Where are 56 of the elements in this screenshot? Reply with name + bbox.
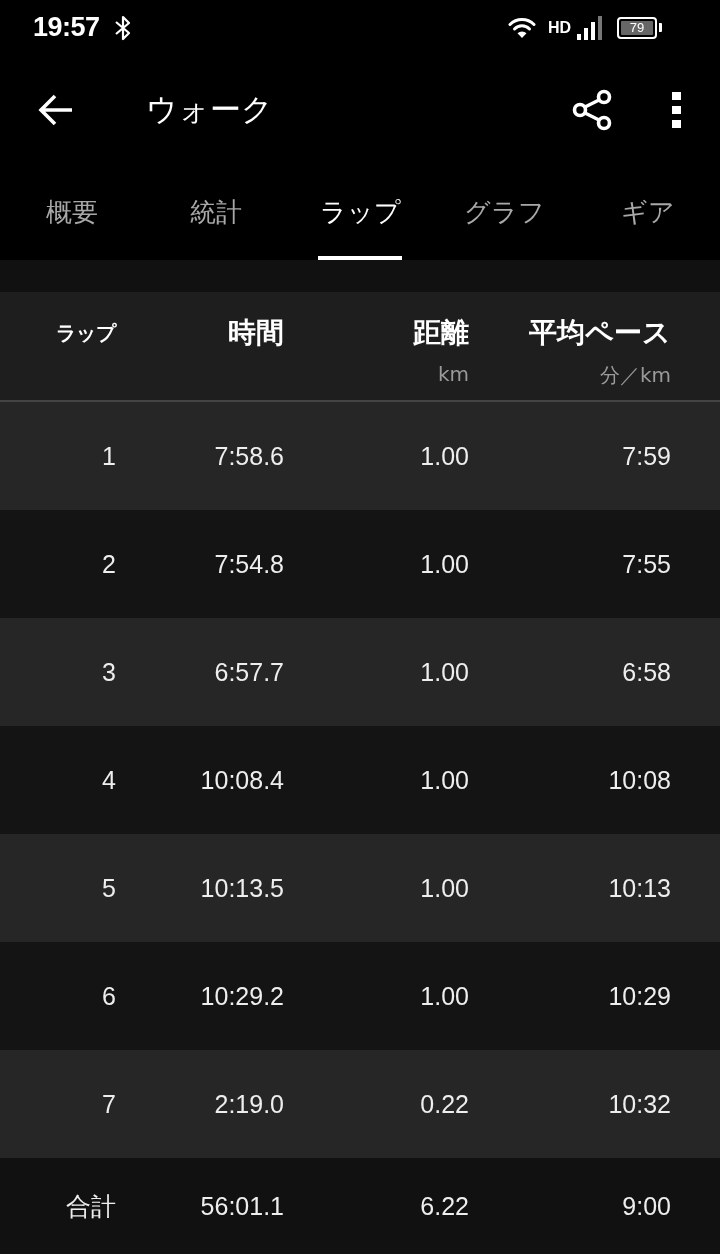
- tab[interactable]: ラップ: [288, 165, 432, 260]
- table-cell: 2:19.0: [214, 1089, 284, 1119]
- table-cell: 7:55: [622, 549, 671, 579]
- table-cell: 1.00: [420, 765, 469, 795]
- share-button[interactable]: [572, 89, 612, 131]
- table-cell: 0.22: [420, 1089, 469, 1119]
- table-cell: 7: [102, 1089, 116, 1119]
- bluetooth-icon: [113, 14, 132, 41]
- table-cell: 1.00: [420, 441, 469, 471]
- table-cell: 5: [102, 873, 116, 903]
- table-cell: 1.00: [420, 981, 469, 1011]
- table-cell: 10:29.2: [200, 981, 284, 1011]
- back-arrow-icon: [38, 94, 74, 126]
- table-cell: 1.00: [420, 873, 469, 903]
- column-header: ラップ: [56, 320, 116, 347]
- tab[interactable]: 統計: [144, 165, 288, 260]
- network-type-label: HD: [547, 18, 571, 37]
- table-cell: 1.00: [420, 657, 469, 687]
- tab[interactable]: ギア: [576, 165, 720, 260]
- table-cell: 10:13: [608, 873, 671, 903]
- table-cell: 2: [102, 549, 116, 579]
- table-cell: 7:58.6: [214, 441, 284, 471]
- table-cell: 10:13.5: [200, 873, 284, 903]
- status-time: 19:57: [33, 12, 100, 43]
- table-cell: 7:54.8: [214, 549, 284, 579]
- table-cell: 10:08: [608, 765, 671, 795]
- table-cell: 6:57.7: [214, 657, 284, 687]
- column-header: 時間: [228, 315, 284, 351]
- signal-icon: [577, 15, 603, 40]
- table-cell: 3: [102, 657, 116, 687]
- column-header: 距離: [413, 315, 469, 351]
- column-header: 平均ペース: [529, 315, 671, 351]
- wifi-icon: [507, 16, 536, 39]
- table-cell: 6: [102, 981, 116, 1011]
- more-options-icon: [672, 92, 682, 128]
- table-cell: 6.22: [420, 1191, 469, 1221]
- table-cell: 7:59: [622, 441, 671, 471]
- table-cell: 56:01.1: [200, 1191, 284, 1221]
- more-options-button[interactable]: [672, 92, 682, 128]
- table-cell: 1.00: [420, 549, 469, 579]
- unit-label: 分／km: [599, 362, 671, 389]
- table-cell: 6:58: [622, 657, 671, 687]
- table-cell: 10:08.4: [200, 765, 284, 795]
- share-icon: [572, 89, 612, 131]
- table-cell: 1: [102, 441, 116, 471]
- back-button[interactable]: [38, 94, 74, 126]
- table-cell: 10:32: [608, 1089, 671, 1119]
- table-cell: 10:29: [608, 981, 671, 1011]
- table-cell: 4: [102, 765, 116, 795]
- tab[interactable]: グラフ: [432, 165, 576, 260]
- table-cell: 9:00: [622, 1191, 671, 1221]
- table-cell-text: 合計: [66, 1190, 116, 1222]
- screen-title: ウォーク: [146, 90, 273, 129]
- tab[interactable]: 概要: [0, 165, 144, 260]
- battery-indicator: 79: [617, 16, 662, 39]
- unit-label: km: [437, 362, 469, 386]
